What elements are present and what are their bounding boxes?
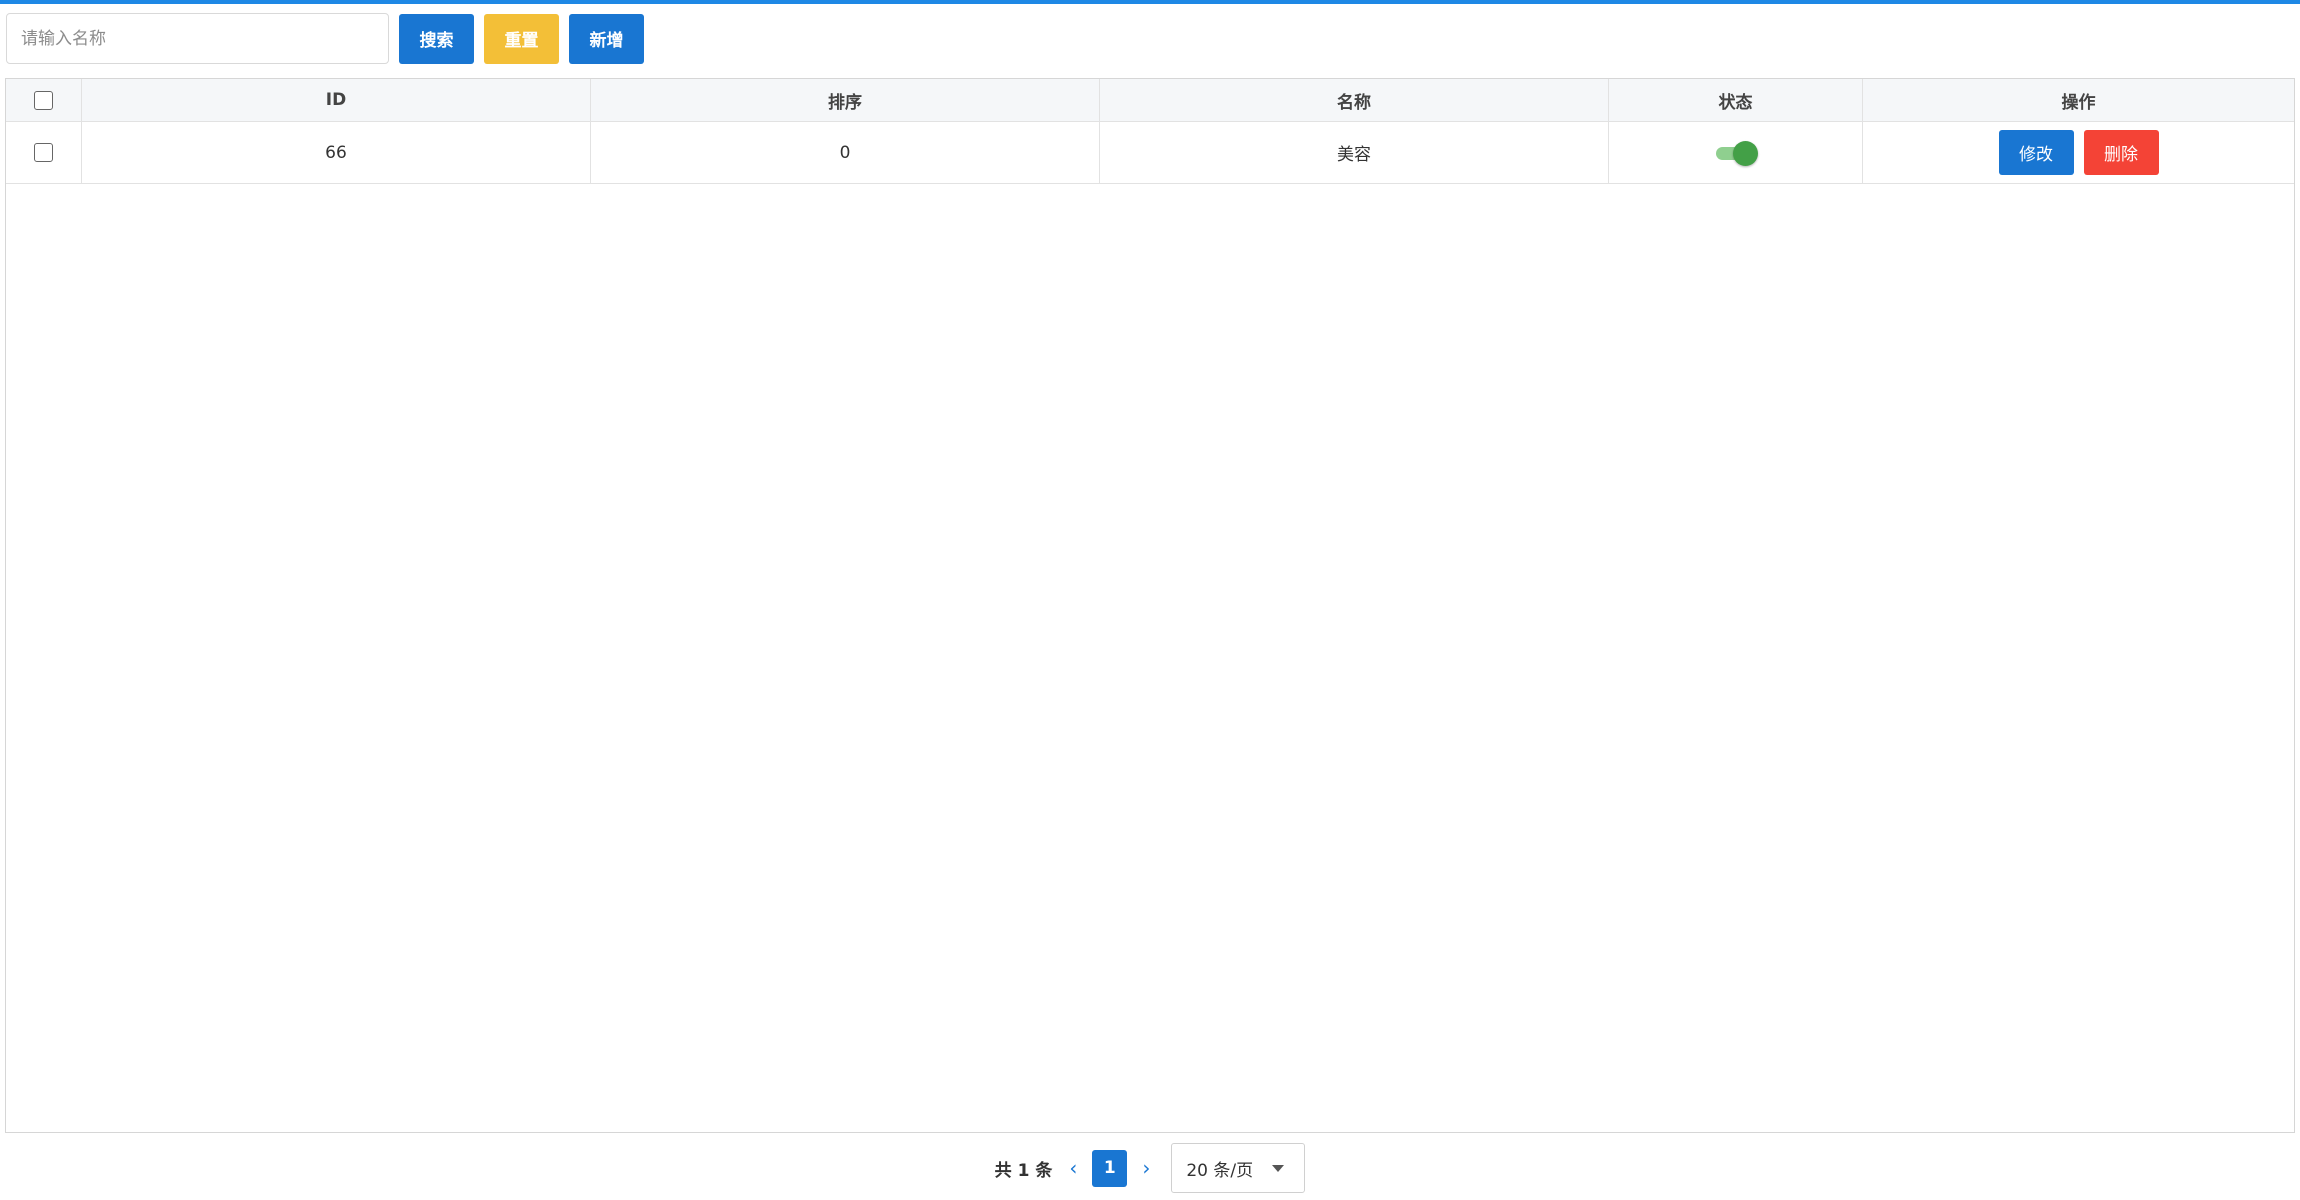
edit-button[interactable]: 修改 xyxy=(1998,130,2074,175)
total-count: 共 1 条 xyxy=(994,1160,1053,1181)
row-checkbox[interactable] xyxy=(34,143,53,162)
select-all-checkbox[interactable] xyxy=(34,90,53,110)
add-button[interactable]: 新增 xyxy=(569,13,644,64)
toolbar: 搜索 重置 新增 xyxy=(6,13,644,64)
header-checkbox-cell xyxy=(6,79,82,121)
search-button[interactable]: 搜索 xyxy=(399,13,474,64)
status-toggle[interactable] xyxy=(1714,139,1758,167)
next-page-icon[interactable]: › xyxy=(1133,1156,1159,1180)
column-header-id: ID xyxy=(82,79,591,121)
page-size-select[interactable]: 20 条/页 xyxy=(1171,1143,1306,1193)
pagination: 共 1 条 ‹ 1 › 20 条/页 xyxy=(0,1143,2300,1193)
cell-status xyxy=(1609,122,1863,183)
cell-actions: 修改 删除 xyxy=(1863,122,2294,183)
page-size-value: 20 条/页 xyxy=(1186,1160,1254,1181)
column-header-status: 状态 xyxy=(1609,79,1863,121)
table-row: 66 0 美容 修改 删除 xyxy=(6,122,2294,184)
reset-button[interactable]: 重置 xyxy=(484,13,559,64)
cell-sort: 0 xyxy=(591,122,1100,183)
delete-button[interactable]: 删除 xyxy=(2083,130,2159,175)
cell-id: 66 xyxy=(82,122,591,183)
row-actions: 修改 删除 xyxy=(1998,130,2159,175)
toggle-knob xyxy=(1732,140,1758,166)
cell-name: 美容 xyxy=(1100,122,1609,183)
name-search-input[interactable] xyxy=(6,13,389,64)
data-table: ID 排序 名称 状态 操作 66 0 美容 修改 删除 xyxy=(5,78,2295,1133)
top-accent-bar xyxy=(0,0,2300,4)
table-header: ID 排序 名称 状态 操作 xyxy=(6,79,2294,122)
column-header-actions: 操作 xyxy=(2061,92,2096,113)
column-header-sort: 排序 xyxy=(591,79,1100,121)
prev-page-icon[interactable]: ‹ xyxy=(1060,1156,1086,1180)
column-header-name: 名称 xyxy=(1100,79,1609,121)
chevron-down-icon xyxy=(1272,1164,1285,1172)
page-number-current[interactable]: 1 xyxy=(1092,1149,1128,1187)
row-checkbox-cell xyxy=(6,122,82,183)
